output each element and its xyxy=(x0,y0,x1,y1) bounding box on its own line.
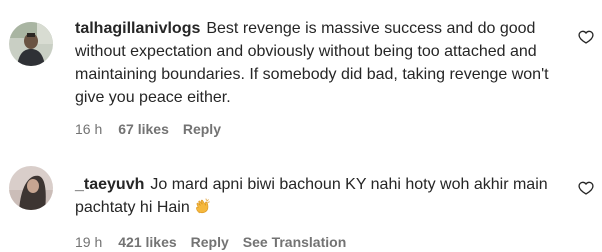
reply-button[interactable]: Reply xyxy=(183,121,221,137)
comment-likes[interactable]: 67 likes xyxy=(118,121,169,137)
heart-outline-icon[interactable] xyxy=(578,29,594,45)
comment-username[interactable]: talhagillanivlogs xyxy=(75,20,200,37)
reply-button[interactable]: Reply xyxy=(191,234,229,250)
comment-timestamp[interactable]: 16 h xyxy=(75,121,102,137)
comment-body: talhagillanivlogs Best revenge is massive… xyxy=(75,17,575,137)
comment-text-block: _taeyuvh Jo mard apni biwi bachoun KY nah… xyxy=(75,173,575,222)
avatar[interactable] xyxy=(9,166,53,210)
clapping-hands-icon xyxy=(194,197,212,222)
comment-likes[interactable]: 421 likes xyxy=(118,234,176,250)
comment-text-block: talhagillanivlogs Best revenge is massive… xyxy=(75,17,575,109)
see-translation-button[interactable]: See Translation xyxy=(243,234,346,250)
comment-meta: 19 h 421 likes Reply See Translation xyxy=(75,234,575,250)
heart-outline-icon[interactable] xyxy=(578,180,594,196)
comment-text: Jo mard apni biwi bachoun KY nahi hoty w… xyxy=(75,176,548,216)
avatar[interactable] xyxy=(9,22,53,66)
comment-body: _taeyuvh Jo mard apni biwi bachoun KY nah… xyxy=(75,173,575,250)
comment-meta: 16 h 67 likes Reply xyxy=(75,121,575,137)
comment-item: talhagillanivlogs Best revenge is massive… xyxy=(0,0,602,150)
comment-item: _taeyuvh Jo mard apni biwi bachoun KY nah… xyxy=(0,150,602,252)
comment-timestamp[interactable]: 19 h xyxy=(75,234,102,250)
comment-username[interactable]: _taeyuvh xyxy=(75,176,144,193)
